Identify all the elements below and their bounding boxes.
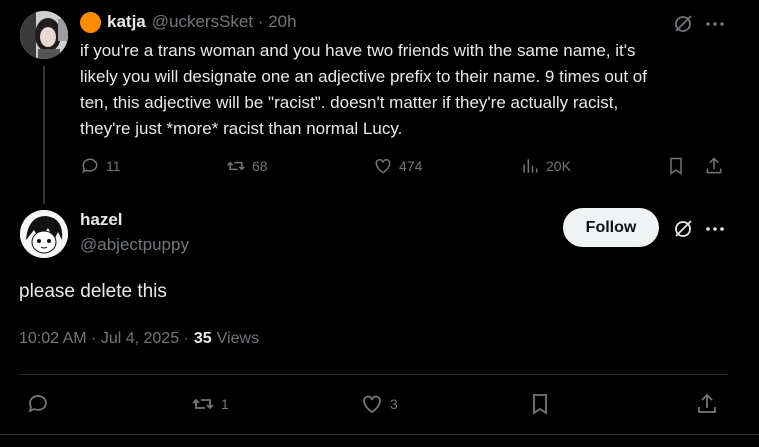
tweet-text-line: likely you will designate one an adjecti… — [80, 67, 647, 86]
repost-icon — [192, 398, 214, 410]
display-name[interactable]: hazel — [80, 210, 123, 230]
account-badge — [80, 11, 101, 33]
repost-count: 68 — [252, 158, 268, 174]
bookmark-icon — [533, 394, 547, 415]
tweet-text: if you're a trans woman and you have two… — [80, 38, 740, 142]
tweet-text-line: if you're a trans woman and you have two… — [80, 41, 636, 60]
timestamp[interactable]: 10:02 AM · Jul 4, 2025 · — [19, 330, 189, 348]
avatar[interactable] — [20, 11, 68, 59]
repost-count: 1 — [221, 396, 229, 412]
view-count: 35 — [193, 330, 212, 347]
more-icon[interactable] — [704, 218, 726, 240]
reply-button[interactable] — [26, 392, 50, 416]
divider — [0, 434, 759, 435]
more-icon[interactable] — [704, 13, 726, 35]
grok-icon[interactable] — [672, 13, 694, 35]
tweet-text-line: they're just *more* racist than normal L… — [80, 119, 403, 138]
views-label: Views — [216, 330, 260, 347]
tweet-meta: 10:02 AM · Jul 4, 2025 · 35 Views — [19, 330, 259, 348]
thread-line — [43, 66, 45, 204]
views-count: 20K — [546, 158, 571, 174]
like-button[interactable]: 3 — [360, 392, 398, 416]
repost-button[interactable]: 68 — [226, 156, 268, 176]
reply-count: 11 — [106, 158, 121, 174]
share-icon — [698, 393, 716, 413]
share-button[interactable] — [704, 156, 724, 176]
like-icon — [375, 158, 391, 174]
reply-icon — [82, 158, 98, 174]
like-count: 3 — [390, 396, 398, 412]
reply-button[interactable]: 11 — [80, 156, 121, 176]
avatar[interactable] — [20, 210, 68, 258]
repost-icon — [227, 161, 245, 171]
share-icon — [706, 157, 722, 174]
divider — [19, 374, 727, 375]
handle-and-time[interactable]: @uckersSket · 20h — [152, 12, 297, 32]
bookmark-button[interactable] — [666, 156, 686, 176]
avatar-image — [20, 11, 68, 59]
like-button[interactable]: 474 — [373, 156, 422, 176]
reply-icon — [28, 395, 47, 413]
views-button[interactable]: 20K — [520, 156, 571, 176]
tweet-text-line: ten, this adjective will be "racist". do… — [80, 93, 619, 112]
share-button[interactable] — [695, 392, 719, 416]
handle[interactable]: @abjectpuppy — [80, 235, 189, 255]
grok-icon[interactable] — [672, 218, 694, 240]
views-icon — [523, 159, 538, 173]
follow-button[interactable]: Follow — [563, 208, 659, 247]
bookmark-button[interactable] — [528, 392, 552, 416]
like-count: 474 — [399, 158, 423, 174]
display-name[interactable]: katja — [107, 12, 146, 32]
repost-button[interactable]: 1 — [191, 392, 229, 416]
tweet-text: please delete this — [19, 281, 167, 302]
like-icon — [363, 395, 381, 414]
avatar-image — [20, 210, 68, 258]
bookmark-icon — [670, 157, 682, 175]
